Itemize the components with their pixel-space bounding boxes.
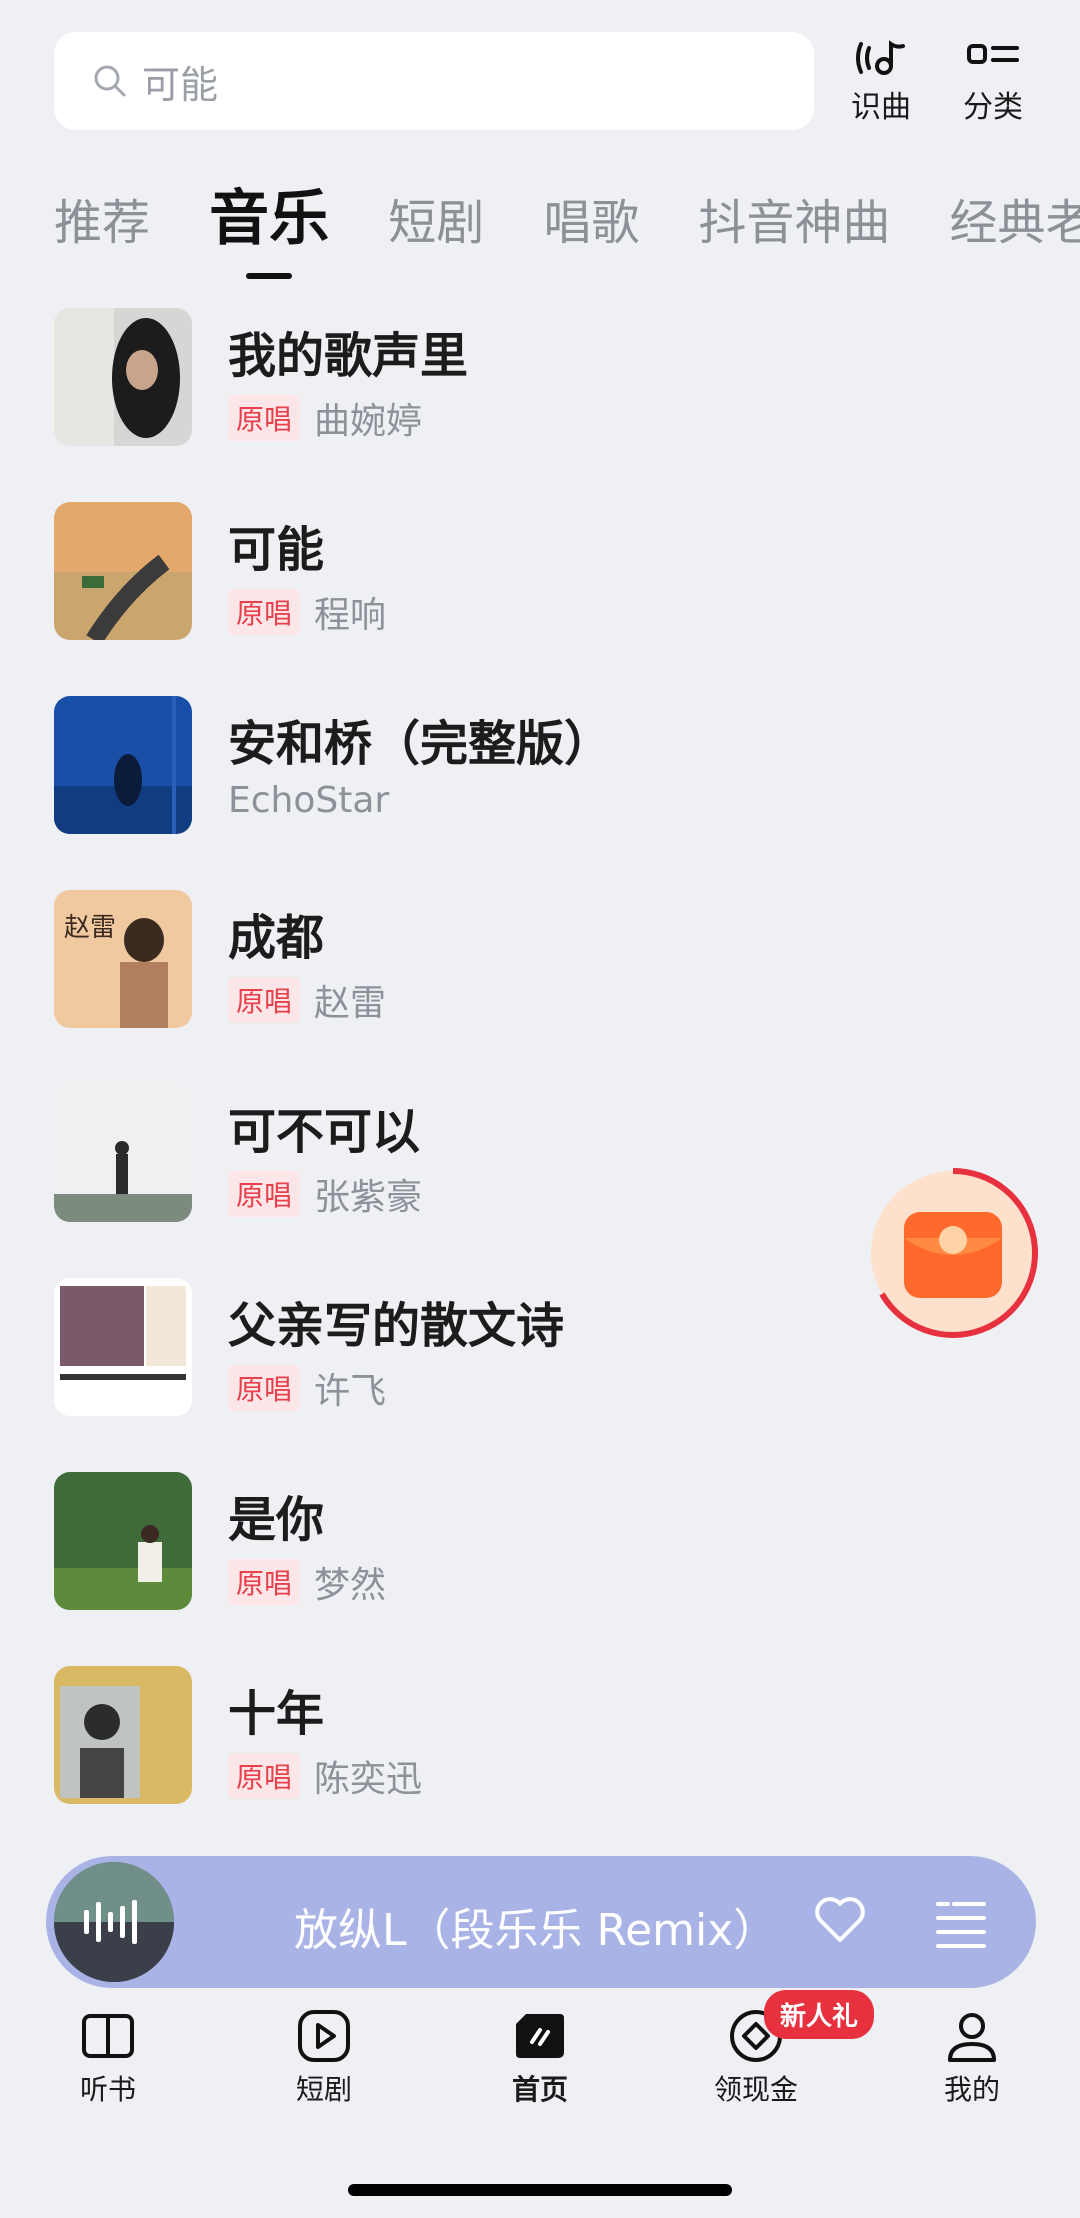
- song-title: 安和桥（完整版）: [228, 716, 613, 772]
- red-packet-icon: [871, 1168, 1038, 1338]
- album-cover: [54, 696, 192, 834]
- list-item[interactable]: 我的歌声里 原唱 曲婉婷: [54, 306, 1080, 500]
- tab-douyin-hits[interactable]: 抖音神曲: [698, 183, 890, 253]
- original-badge: 原唱: [228, 1171, 301, 1217]
- red-packet-button[interactable]: [868, 1168, 1038, 1338]
- now-playing-title: 放纵L（段乐乐 Remix）: [294, 1905, 774, 1956]
- playlist-icon[interactable]: [934, 1896, 988, 1950]
- list-item[interactable]: 可能 原唱 程响: [54, 500, 1080, 694]
- list-item[interactable]: 十年 原唱 陈奕迅: [54, 1664, 1080, 1858]
- list-item[interactable]: 安和桥（完整版） EchoStar: [54, 694, 1080, 888]
- artist-name: EchoStar: [228, 780, 390, 821]
- tab-classic[interactable]: 经典老: [950, 183, 1080, 253]
- nav-label: 我的: [943, 2073, 1000, 2106]
- recognize-label: 识曲: [851, 90, 911, 125]
- nav-label: 短剧: [295, 2073, 352, 2106]
- book-icon: [82, 2014, 134, 2058]
- home-indicator[interactable]: [348, 2184, 732, 2196]
- category-icon: [967, 44, 1019, 64]
- play-icon: [298, 2010, 350, 2062]
- list-item[interactable]: 赵雷 成都 原唱 赵雷: [54, 888, 1080, 1082]
- nav-audiobook[interactable]: 听书: [38, 2000, 178, 2108]
- mini-player[interactable]: 放纵L（段乐乐 Remix）: [46, 1856, 1036, 1988]
- original-badge: 原唱: [228, 977, 301, 1023]
- song-list: 我的歌声里 原唱 曲婉婷 可能 原唱 程响 安和桥（完整版） EchoStar 赵雷…: [54, 306, 1080, 1858]
- song-title: 成都: [228, 910, 325, 966]
- list-item[interactable]: 是你 原唱 梦然: [54, 1470, 1080, 1664]
- music-recognize-icon: [856, 40, 905, 75]
- home-logo-icon: [516, 2014, 564, 2058]
- song-title: 可能: [228, 522, 325, 578]
- svg-text:赵雷: 赵雷: [64, 913, 116, 943]
- song-title: 十年: [228, 1686, 325, 1742]
- original-badge: 原唱: [228, 1559, 301, 1605]
- album-disc[interactable]: [54, 1862, 174, 1982]
- like-icon[interactable]: [812, 1892, 868, 1948]
- album-cover: 赵雷: [54, 890, 192, 1028]
- album-cover: [54, 1666, 192, 1804]
- artist-name: 梦然: [314, 1565, 387, 1606]
- search-input[interactable]: 可能: [142, 54, 218, 109]
- recognize-song-button[interactable]: 识曲: [836, 38, 926, 126]
- album-cover: [54, 1084, 192, 1222]
- nav-label: 领现金: [713, 2073, 798, 2106]
- song-title: 父亲写的散文诗: [228, 1298, 565, 1354]
- search-bar[interactable]: 可能: [54, 32, 814, 130]
- original-badge: 原唱: [228, 589, 301, 635]
- tab-music[interactable]: 音乐: [209, 170, 329, 257]
- artist-name: 张紫豪: [314, 1177, 423, 1218]
- song-title: 可不可以: [228, 1104, 421, 1160]
- original-badge: 原唱: [228, 1365, 301, 1411]
- profile-icon: [948, 2013, 996, 2062]
- category-button[interactable]: 分类: [948, 38, 1038, 126]
- new-user-gift-badge: 新人礼: [764, 1990, 875, 2039]
- song-title: 我的歌声里: [228, 328, 469, 384]
- search-icon: [94, 65, 126, 97]
- nav-label: 听书: [79, 2073, 136, 2106]
- album-cover: [54, 308, 192, 446]
- tab-sing[interactable]: 唱歌: [543, 183, 639, 253]
- artist-name: 许飞: [314, 1371, 387, 1412]
- original-badge: 原唱: [228, 1753, 301, 1799]
- artist-name: 陈奕迅: [314, 1759, 423, 1800]
- song-title: 是你: [228, 1492, 325, 1548]
- artist-name: 程响: [314, 595, 387, 636]
- tab-recommend[interactable]: 推荐: [54, 183, 150, 253]
- original-badge: 原唱: [228, 395, 301, 441]
- album-cover: [54, 1472, 192, 1610]
- category-tabs: 推荐 音乐 短剧 唱歌 抖音神曲 经典老: [54, 170, 1080, 257]
- tab-short-drama[interactable]: 短剧: [388, 183, 484, 253]
- artist-name: 赵雷: [314, 983, 387, 1024]
- nav-profile[interactable]: 我的: [902, 2000, 1042, 2108]
- nav-home[interactable]: 首页: [470, 2000, 610, 2108]
- artist-name: 曲婉婷: [314, 401, 423, 442]
- category-label: 分类: [963, 90, 1023, 125]
- nav-short-drama[interactable]: 短剧: [254, 2000, 394, 2108]
- album-cover: [54, 502, 192, 640]
- album-cover: [54, 1278, 192, 1416]
- nav-label: 首页: [511, 2073, 568, 2106]
